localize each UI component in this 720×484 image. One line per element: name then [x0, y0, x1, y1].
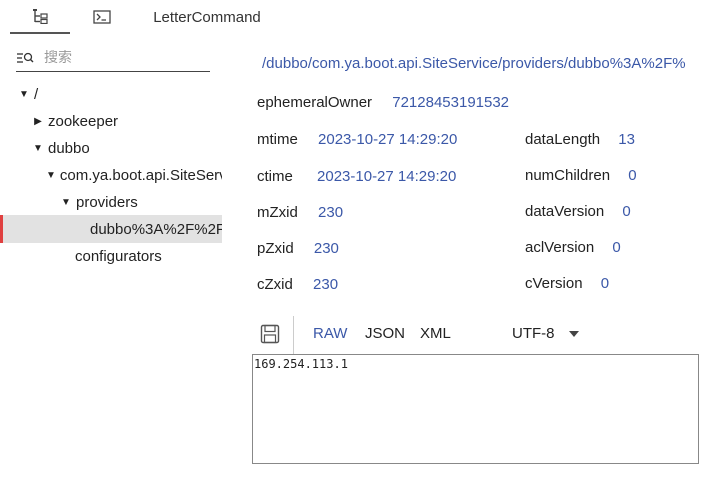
- field-mzxid: mZxid 230: [257, 204, 343, 221]
- search-input[interactable]: [44, 49, 204, 66]
- field-value: 0: [612, 239, 621, 256]
- tree-node-label: zookeeper: [48, 112, 119, 130]
- tree-node-label: providers: [76, 193, 138, 211]
- editor-content[interactable]: 169.254.113.1: [253, 355, 698, 372]
- field-label: mtime: [257, 131, 298, 148]
- field-value: 72128453191532: [392, 94, 510, 111]
- field-value: 230: [318, 204, 344, 221]
- node-path: /dubbo/com.ya.boot.api.SiteService/provi…: [262, 55, 686, 72]
- field-num-children: numChildren 0: [525, 167, 637, 184]
- format-raw-button[interactable]: RAW: [313, 325, 347, 342]
- tree-node-zookeeper[interactable]: ▶ zookeeper: [0, 107, 222, 135]
- field-acl-version: aclVersion 0: [525, 239, 621, 256]
- tree-icon: [31, 8, 49, 24]
- field-value: 230: [313, 276, 339, 293]
- field-czxid: cZxid 230: [257, 276, 338, 293]
- data-toolbar: RAW JSON XML UTF-8: [252, 316, 698, 354]
- save-icon[interactable]: [260, 324, 280, 344]
- field-c-version: cVersion 0: [525, 275, 609, 292]
- data-editor[interactable]: 169.254.113.1: [252, 354, 699, 464]
- field-value: 230: [313, 240, 339, 257]
- caret-down-icon[interactable]: ▼: [60, 197, 72, 208]
- field-label: dataLength: [525, 131, 601, 148]
- field-value: 0: [622, 203, 631, 220]
- field-label: cVersion: [525, 275, 583, 292]
- tree-node-provider-url[interactable]: dubbo%3A%2F%2F: [0, 215, 222, 243]
- tree-node-label: /: [34, 85, 39, 103]
- caret-down-icon[interactable]: ▼: [46, 170, 56, 181]
- caret-down-icon[interactable]: ▼: [18, 89, 30, 100]
- tree-node-root[interactable]: ▼ /: [0, 80, 222, 108]
- format-xml-button[interactable]: XML: [420, 325, 451, 342]
- search-bar: [16, 44, 210, 72]
- field-label: ephemeralOwner: [257, 94, 373, 111]
- tree-node-label: dubbo%3A%2F%2F: [90, 220, 222, 238]
- field-pzxid: pZxid 230: [257, 240, 339, 257]
- top-tab-bar: LetterCommand: [0, 0, 720, 34]
- field-label: dataVersion: [525, 203, 605, 220]
- caret-down-icon[interactable]: ▼: [32, 143, 44, 154]
- tab-letter-command[interactable]: LetterCommand: [142, 0, 272, 34]
- field-data-version: dataVersion 0: [525, 203, 631, 220]
- tab-terminal[interactable]: [74, 0, 130, 34]
- encoding-value: UTF-8: [512, 325, 555, 342]
- field-value: 13: [618, 131, 635, 148]
- field-mtime: mtime 2023-10-27 14:29:20: [257, 131, 457, 148]
- tree-node-label: dubbo: [48, 139, 90, 157]
- field-ephemeral-owner: ephemeralOwner 72128453191532: [257, 94, 509, 111]
- tree-node-providers[interactable]: ▼ providers: [0, 188, 222, 216]
- encoding-select[interactable]: UTF-8: [512, 325, 579, 342]
- field-label: numChildren: [525, 167, 611, 184]
- field-label: mZxid: [257, 204, 298, 221]
- field-label: cZxid: [257, 276, 293, 293]
- tab-tree[interactable]: [10, 0, 70, 34]
- toolbar-divider: [293, 316, 294, 354]
- tree-node-site-service[interactable]: ▼ com.ya.boot.api.SiteServ: [0, 161, 222, 189]
- terminal-icon: [93, 10, 111, 24]
- tree-node-label: com.ya.boot.api.SiteServ: [59, 166, 222, 184]
- chevron-down-icon: [568, 331, 579, 338]
- tree-node-configurators[interactable]: configurators: [0, 242, 222, 270]
- field-ctime: ctime 2023-10-27 14:29:20: [257, 168, 456, 185]
- field-value: 2023-10-27 14:29:20: [317, 168, 457, 185]
- filter-search-icon[interactable]: [16, 51, 38, 65]
- field-value: 2023-10-27 14:29:20: [318, 131, 458, 148]
- field-value: 0: [628, 167, 637, 184]
- sidebar: ▼ / ▶ zookeeper ▼ dubbo ▼ com.ya.boot.ap…: [0, 40, 222, 484]
- tree-node-label: configurators: [75, 247, 162, 265]
- field-label: pZxid: [257, 240, 294, 257]
- format-json-button[interactable]: JSON: [365, 325, 405, 342]
- tree-node-dubbo[interactable]: ▼ dubbo: [0, 134, 222, 162]
- field-value: 0: [600, 275, 610, 292]
- field-label: ctime: [257, 168, 293, 185]
- field-label: aclVersion: [525, 239, 595, 256]
- caret-right-icon[interactable]: ▶: [32, 116, 44, 127]
- field-data-length: dataLength 13: [525, 131, 635, 148]
